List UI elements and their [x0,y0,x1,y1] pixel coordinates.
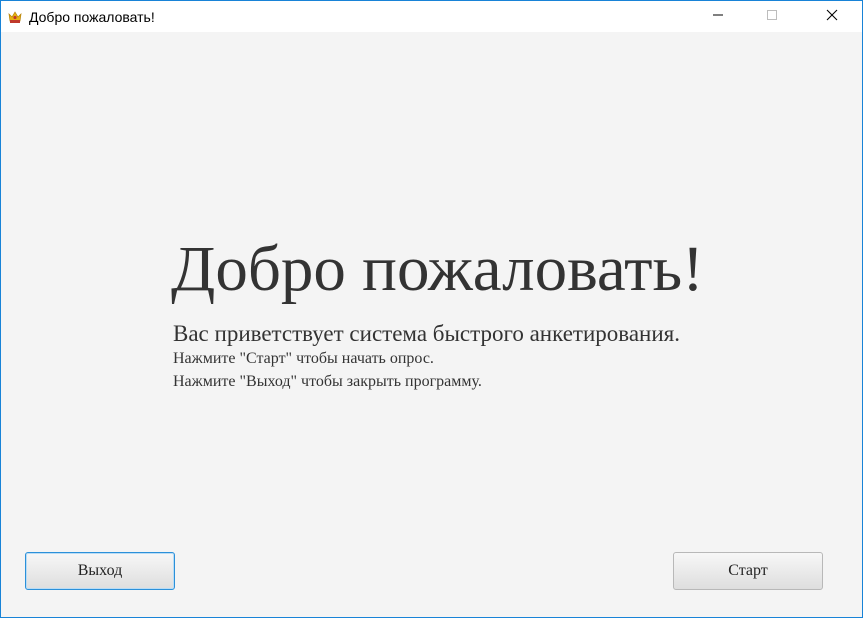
close-button[interactable] [809,1,855,32]
exit-instruction: Нажмите "Выход" чтобы закрыть программу. [173,373,482,390]
welcome-subtitle: Вас приветствует система быстрого анкети… [173,321,680,346]
minimize-button[interactable] [695,1,741,32]
welcome-headline: Добро пожаловать! [171,233,704,305]
title-bar[interactable]: Добро пожаловать! [1,1,862,32]
start-button[interactable]: Старт [673,552,823,590]
welcome-panel: Добро пожаловать! Вас приветствует систе… [1,32,862,617]
minimize-icon [712,8,724,26]
maximize-icon [766,8,778,26]
window-title: Добро пожаловать! [29,9,155,25]
crown-icon [8,10,22,24]
start-instruction: Нажмите "Старт" чтобы начать опрос. [173,350,434,367]
maximize-button[interactable] [749,1,795,32]
close-icon [826,8,838,26]
exit-button[interactable]: Выход [25,552,175,590]
app-window: Добро пожаловать! Добро пожаловать! Вас … [0,0,863,618]
